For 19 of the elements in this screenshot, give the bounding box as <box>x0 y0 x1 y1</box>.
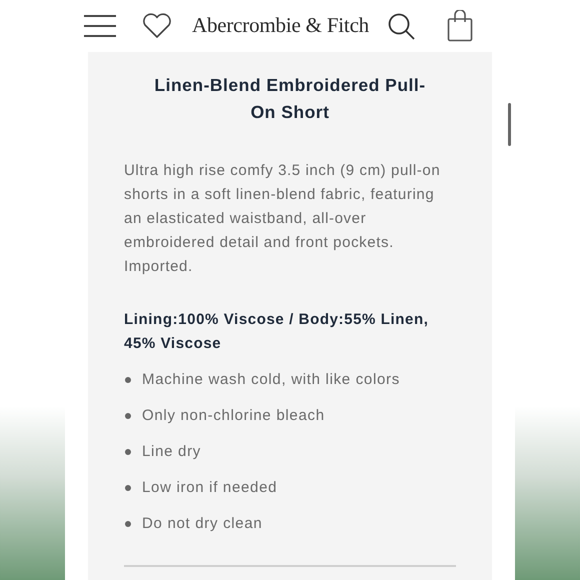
care-instruction: Low iron if needed <box>142 478 278 498</box>
care-instruction: Line dry <box>142 442 201 462</box>
product-title: Linen-Blend Embroidered Pull-On Short <box>153 74 427 124</box>
care-instruction: Machine wash cold, with like colors <box>142 370 400 390</box>
composition: Lining:100% Viscose / Body:55% Linen, 45% Viscose <box>124 310 430 354</box>
care-instruction: Do not dry clean <box>142 514 262 534</box>
care-instruction: Only non-chlorine bleach <box>142 406 325 426</box>
search-icon[interactable] <box>387 12 417 40</box>
shopping-bag-icon[interactable] <box>447 10 473 42</box>
bullet-icon <box>125 377 131 383</box>
description: Ultra high rise comfy 3.5 inch (9 cm) pull-on shorts in a soft linen-blend fabric, featuring an elasticated waistband, all-over embroidered detail and front pockets. Imported. <box>124 161 442 277</box>
bullet-icon <box>125 521 131 527</box>
brand-logo[interactable]: Abercrombie & Fitch <box>192 10 369 42</box>
heart-icon[interactable] <box>142 13 172 39</box>
bullet-icon <box>125 485 131 491</box>
scroll-bar <box>508 103 511 146</box>
bullet-icon <box>125 449 131 455</box>
bullet-icon <box>125 413 131 419</box>
menu-icon[interactable] <box>84 15 116 37</box>
